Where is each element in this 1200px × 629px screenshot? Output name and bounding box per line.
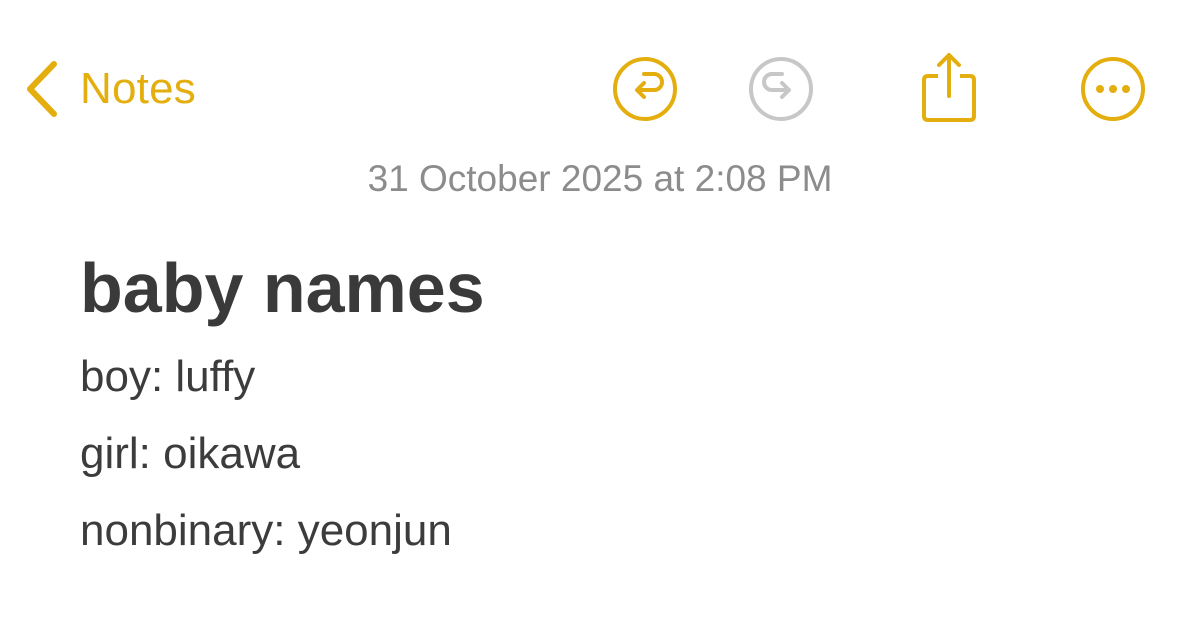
note-title: baby names xyxy=(80,249,485,327)
back-label: Notes xyxy=(80,64,196,113)
chevron-left-icon xyxy=(22,58,62,120)
ellipsis-icon xyxy=(1080,56,1146,122)
note-date: 31 October 2025 at 2:08 PM xyxy=(367,158,833,199)
redo-button[interactable] xyxy=(748,56,814,122)
share-button[interactable] xyxy=(918,50,980,126)
note-line: boy: luffy xyxy=(80,352,256,401)
undo-button[interactable] xyxy=(612,56,678,122)
share-icon xyxy=(918,50,980,126)
note-line: nonbinary: yeonjun xyxy=(80,506,452,555)
note-line: girl: oikawa xyxy=(80,429,301,478)
redo-icon xyxy=(748,56,814,122)
more-button[interactable] xyxy=(1080,56,1146,122)
note-body[interactable]: baby names boy: luffy girl: oikawa nonbi… xyxy=(80,238,1160,569)
toolbar: Notes xyxy=(0,0,1200,160)
undo-icon xyxy=(612,56,678,122)
back-button[interactable]: Notes xyxy=(22,56,196,122)
